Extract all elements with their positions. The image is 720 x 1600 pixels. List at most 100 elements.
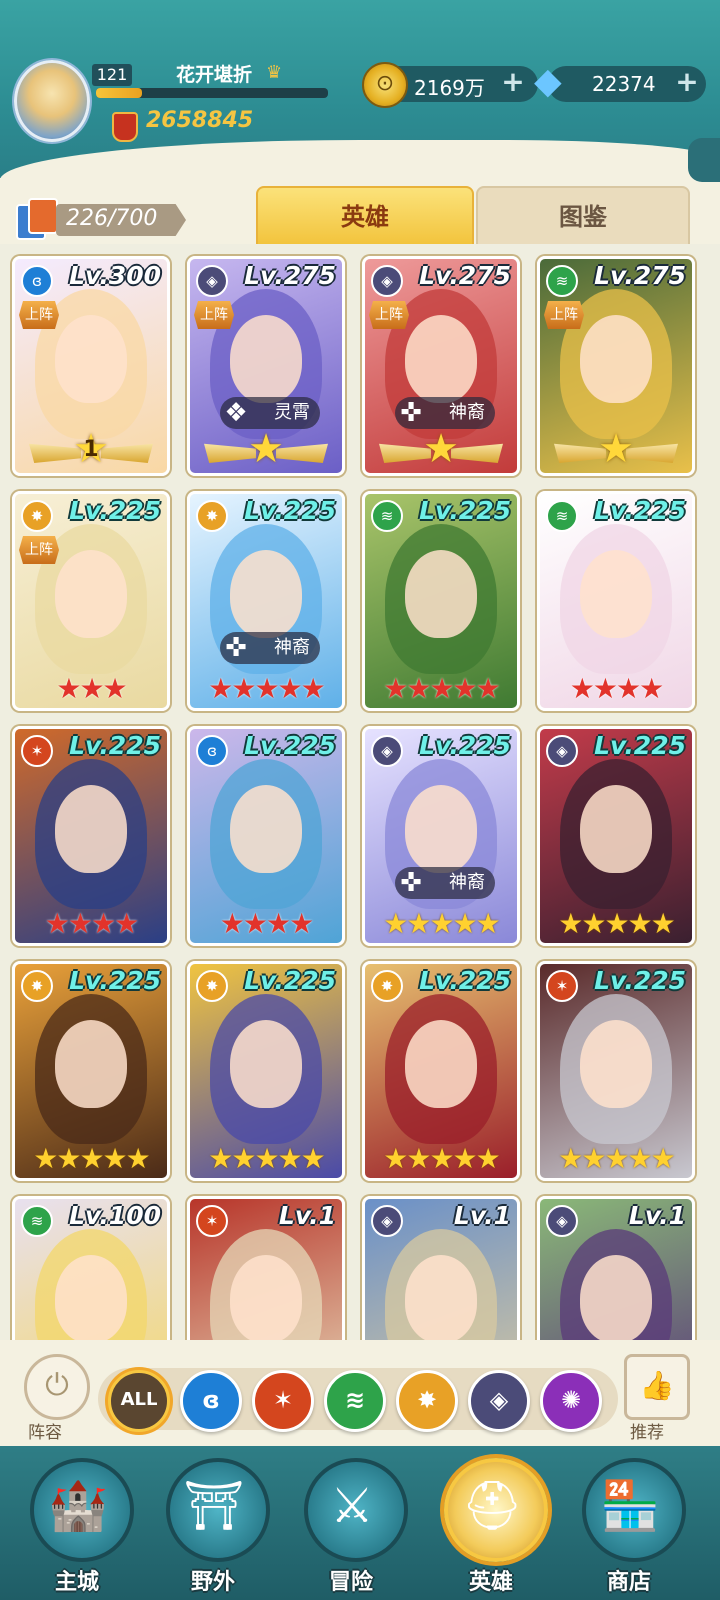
star-icon: ★	[406, 672, 431, 705]
nav-label: 野外	[190, 1570, 235, 1595]
add-gold-plus-icon[interactable]: +	[500, 68, 526, 96]
star-icon: ★	[114, 907, 139, 940]
light-faction-icon: ✸	[371, 970, 403, 1002]
winged-star-rank: ★	[540, 429, 692, 473]
star-icon: ★	[558, 1142, 583, 1175]
water-faction-icon: ɞ	[21, 265, 53, 297]
hero-card[interactable]: ◈ Lv.1	[537, 1196, 695, 1340]
hero-level: Lv.225	[244, 966, 336, 995]
deployed-badge: 上阵	[194, 301, 234, 329]
filter-dark-button[interactable]: ◈	[468, 1370, 530, 1432]
nav-item-sword[interactable]: ⚔ 冒险	[296, 1454, 408, 1595]
hero-level: Lv.100	[69, 1201, 161, 1230]
star-icon: ★	[248, 426, 284, 472]
star-icon: ★	[604, 907, 629, 940]
hero-card[interactable]: ≋ Lv.225 ★★★★	[537, 491, 695, 711]
nav-item-shop[interactable]: 🏪 商店	[574, 1454, 686, 1595]
star-icon: ★	[639, 672, 664, 705]
hero-card[interactable]: ≋ Lv.275 上阵 ★	[537, 256, 695, 476]
lineup-button[interactable]: ⏻	[24, 1354, 90, 1420]
star-icon: ★	[44, 907, 70, 940]
filter-light-button[interactable]: ✸	[396, 1370, 458, 1432]
star-icon: ★	[592, 672, 618, 705]
hero-tag-label: 神裔	[449, 402, 485, 423]
filter-fire-button[interactable]: ✶	[252, 1370, 314, 1432]
fire-faction-icon: ✶	[21, 735, 53, 767]
hero-card[interactable]: ◈ Lv.275 上阵 ❖ 灵霄 ★	[187, 256, 345, 476]
hero-card[interactable]: ◈ Lv.225 ✜ 神裔 ★★★★★	[362, 726, 520, 946]
star-icon: ★	[33, 1142, 58, 1175]
star-rating: ★★★★	[540, 672, 692, 706]
filter-void-button[interactable]: ✺	[540, 1370, 602, 1432]
star-icon: ★	[56, 672, 81, 705]
deployed-badge: 上阵	[369, 301, 409, 329]
hero-card[interactable]: ✸ Lv.225 ✜ 神裔 ★★★★★	[187, 491, 345, 711]
fire-faction-icon: ✶	[546, 970, 578, 1002]
nav-item-castle[interactable]: 🏰 主城	[22, 1454, 134, 1595]
filter-wind-button[interactable]: ≋	[324, 1370, 386, 1432]
deployed-badge: 上阵	[19, 301, 59, 329]
player-avatar[interactable]	[14, 60, 90, 142]
hero-level: Lv.1	[453, 1201, 511, 1230]
star-icon: ★	[475, 907, 501, 940]
hero-tag: ❖ 灵霄	[220, 397, 320, 429]
hero-card[interactable]: ✸ Lv.225 上阵 ★★★	[12, 491, 170, 711]
side-expand-tab[interactable]	[688, 138, 720, 182]
hero-card[interactable]: ◈ Lv.1	[362, 1196, 520, 1340]
exp-bar	[96, 88, 328, 98]
hero-level: Lv.225	[419, 731, 511, 760]
faction-filter-bar: ⏻ 阵容 ALL ɞ ✶ ≋ ✸ ◈ ✺ 👍 推荐	[0, 1340, 720, 1446]
tab-heroes[interactable]: 英雄	[256, 186, 474, 248]
star-icon: ★	[650, 1142, 676, 1175]
hero-level: Lv.225	[419, 966, 511, 995]
hero-level: Lv.275	[244, 261, 336, 290]
star-rating: ★★★★★	[365, 1142, 517, 1176]
hero-level: Lv.225	[69, 731, 161, 760]
helmet-icon: ⛑	[461, 1478, 523, 1534]
star-icon: ★	[616, 672, 641, 705]
winged-star-rank: ★ 1	[15, 429, 167, 473]
star-icon: ★	[300, 672, 326, 705]
hero-card[interactable]: ◈ Lv.275 上阵 ✜ 神裔 ★	[362, 256, 520, 476]
tab-codex[interactable]: 图鉴	[476, 186, 690, 248]
star-icon: ★	[266, 907, 291, 940]
gold-coin-icon: ⊙	[362, 62, 408, 108]
star-rating: ★★★★★	[190, 672, 342, 706]
dark-faction-icon: ◈	[546, 1205, 578, 1237]
nav-item-portal[interactable]: ⛩ 野外	[158, 1454, 270, 1595]
hero-level: Lv.225	[244, 731, 336, 760]
hero-level: Lv.225	[594, 966, 686, 995]
hero-card[interactable]: ✶ Lv.225 ★★★★★	[537, 961, 695, 1181]
hero-card[interactable]: ✸ Lv.225 ★★★★★	[362, 961, 520, 1181]
add-diamond-plus-icon[interactable]: +	[674, 68, 700, 96]
star-icon: ★	[102, 1142, 128, 1175]
hero-card[interactable]: ɞ Lv.300 上阵 ★ 1	[12, 256, 170, 476]
castle-icon: 🏰	[48, 1478, 108, 1534]
bottom-navigation: 🏰 主城 ⛩ 野外 ⚔ 冒险 ⛑ 英雄 🏪 商店	[0, 1446, 720, 1600]
hero-level: Lv.225	[244, 496, 336, 525]
hero-card[interactable]: ≋ Lv.100	[12, 1196, 170, 1340]
hero-card[interactable]: ✶ Lv.225 ★★★★	[12, 726, 170, 946]
hero-card[interactable]: ✸ Lv.225 ★★★★★	[187, 961, 345, 1181]
gold-value: 2169万	[414, 76, 485, 100]
hero-grid: ɞ Lv.300 上阵 ★ 1 ◈ Lv.275 上阵 ❖ 灵霄 ★ ◈ Lv.275 上阵 ✜ 神裔 ★ ≋ Lv…	[0, 244, 720, 1340]
hero-card[interactable]: ✶ Lv.1	[187, 1196, 345, 1340]
hero-card[interactable]: ◈ Lv.225 ★★★★★	[537, 726, 695, 946]
recommend-button[interactable]: 👍	[624, 1354, 690, 1420]
light-faction-icon: ✸	[196, 500, 228, 532]
star-rating: ★★★★★	[190, 1142, 342, 1176]
star-icon: ★	[475, 1142, 501, 1175]
hero-card[interactable]: ✸ Lv.225 ★★★★★	[12, 961, 170, 1181]
hero-level: Lv.1	[278, 1201, 336, 1230]
hero-card[interactable]: ≋ Lv.225 ★★★★★	[362, 491, 520, 711]
nav-label: 商店	[606, 1570, 651, 1595]
nav-item-helmet[interactable]: ⛑ 英雄	[436, 1454, 548, 1595]
filter-all-button[interactable]: ALL	[108, 1370, 170, 1432]
wind-faction-icon: ≋	[371, 500, 403, 532]
star-icon: ★	[300, 1142, 326, 1175]
nav-label: 英雄	[468, 1570, 513, 1595]
hero-card[interactable]: ɞ Lv.225 ★★★★	[187, 726, 345, 946]
star-icon: ★	[254, 672, 279, 705]
filter-water-button[interactable]: ɞ	[180, 1370, 242, 1432]
hero-cards-icon	[16, 198, 58, 240]
